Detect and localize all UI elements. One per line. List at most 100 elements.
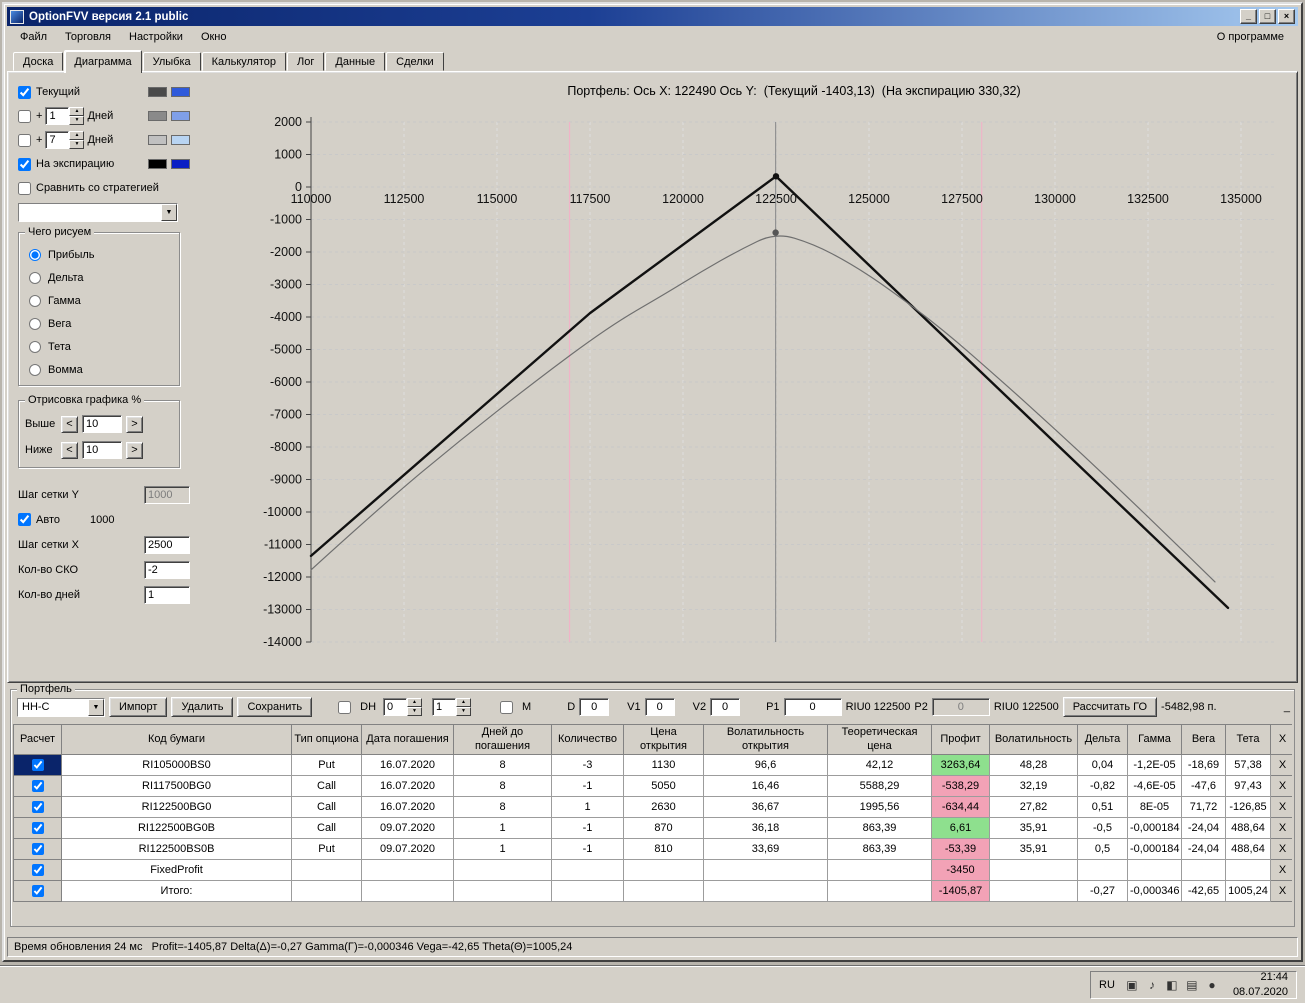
cell-open-volatility[interactable]: 96,6 [703, 754, 828, 776]
cell-vega[interactable]: -24,04 [1181, 838, 1226, 860]
maximize-button[interactable]: □ [1259, 9, 1276, 24]
cell-quantity[interactable]: -3 [551, 754, 624, 776]
v2-input[interactable] [710, 698, 741, 716]
cell-theta[interactable] [1225, 859, 1271, 881]
col-header-open-price[interactable]: Цена открытия [623, 724, 704, 755]
cell-code[interactable]: RI105000BS0 [61, 754, 292, 776]
cell-expiry-date[interactable]: 16.07.2020 [361, 775, 454, 797]
row-delete-button[interactable]: X [1270, 880, 1292, 902]
draw-option-3[interactable]: Гамма [25, 289, 173, 312]
tray-display-icon[interactable]: ◧ [1165, 978, 1179, 992]
taskbar[interactable]: RU ▣ ♪ ◧ ▤ ● 21:44 08.07.2020 [0, 966, 1305, 1003]
cell-vega[interactable]: -42,65 [1181, 880, 1226, 902]
cell-open-price[interactable]: 1130 [623, 754, 704, 776]
cell-expiry-date[interactable]: 16.07.2020 [361, 754, 454, 776]
cell-expiry-date[interactable] [361, 859, 454, 881]
cell-volatility[interactable]: 32,19 [989, 775, 1078, 797]
cell-option-type[interactable]: Call [291, 796, 362, 818]
above-increase-button[interactable]: > [126, 415, 143, 433]
v1-input[interactable] [644, 698, 675, 716]
plus7-days-input[interactable] [45, 131, 70, 149]
cell-theoretical-price[interactable]: 5588,29 [827, 775, 932, 797]
cell-gamma[interactable] [1127, 859, 1182, 881]
col-header-open-volatility[interactable]: Волатильность открытия [703, 724, 828, 755]
cell-volatility[interactable]: 35,91 [989, 838, 1078, 860]
cell-expiry-date[interactable]: 09.07.2020 [361, 817, 454, 839]
cell-theta[interactable]: 488,64 [1225, 838, 1271, 860]
spin-down-icon[interactable]: ▼ [69, 116, 85, 125]
plus1-swatch-dark[interactable] [148, 111, 167, 121]
cell-vega[interactable] [1181, 859, 1226, 881]
expiration-curve-checkbox[interactable] [18, 157, 31, 171]
draw-option-radio[interactable] [29, 294, 41, 307]
cell-open-volatility[interactable]: 36,67 [703, 796, 828, 818]
current-swatch-dark[interactable] [148, 87, 167, 97]
row-delete-button[interactable]: X [1270, 859, 1292, 881]
grid-step-y-input[interactable] [144, 485, 190, 504]
sko-count-input[interactable] [144, 560, 190, 579]
cell-quantity[interactable]: -1 [551, 775, 624, 797]
clock[interactable]: 21:44 08.07.2020 [1233, 970, 1288, 1000]
plus1-swatch-blue[interactable] [171, 111, 190, 121]
col-header-expiry-date[interactable]: Дата погашения [361, 724, 454, 755]
tray-volume-icon[interactable]: ♪ [1145, 978, 1159, 992]
cell-theta[interactable]: 97,43 [1225, 775, 1271, 797]
cell-gamma[interactable]: 8E-05 [1127, 796, 1182, 818]
profit-chart[interactable]: 200010000-1000-2000-3000-4000-5000-6000-… [233, 110, 1281, 658]
cell-days-left[interactable] [453, 880, 552, 902]
cell-open-price[interactable] [623, 880, 704, 902]
plus7-days-spinner[interactable]: ▲ ▼ [69, 131, 85, 149]
menu-window[interactable]: Окно [192, 28, 236, 46]
calculate-go-button[interactable]: Рассчитать ГО [1062, 697, 1158, 717]
cell-open-volatility[interactable]: 16,46 [703, 775, 828, 797]
col-header-days-left[interactable]: Дней до погашения [453, 724, 552, 755]
cell-days-left[interactable]: 1 [453, 838, 552, 860]
compare-strategy-checkbox[interactable] [18, 181, 31, 195]
cell-quantity[interactable]: -1 [551, 817, 624, 839]
col-header-vega[interactable]: Вега [1181, 724, 1226, 755]
cell-theoretical-price[interactable]: 42,12 [827, 754, 932, 776]
cell-code[interactable]: RI122500BG0B [61, 817, 292, 839]
row-calc-checkbox[interactable] [31, 801, 44, 814]
cell-quantity[interactable] [551, 859, 624, 881]
cell-theoretical-price[interactable] [827, 880, 932, 902]
delete-button[interactable]: Удалить [171, 697, 234, 717]
cell-volatility[interactable]: 27,82 [989, 796, 1078, 818]
cell-delta[interactable]: -0,27 [1077, 880, 1128, 902]
dh-checkbox[interactable] [338, 700, 352, 714]
cell-option-type[interactable]: Put [291, 838, 362, 860]
above-percent-input[interactable] [82, 415, 122, 433]
cell-option-type[interactable]: Call [291, 817, 362, 839]
draw-option-radio[interactable] [29, 363, 41, 376]
col-header-theoretical-price[interactable]: Теоретическая цена [827, 724, 932, 755]
cell-delta[interactable]: 0,5 [1077, 838, 1128, 860]
row-select-cell[interactable] [13, 775, 62, 797]
cell-volatility[interactable] [989, 880, 1078, 902]
col-header-quantity[interactable]: Количество [551, 724, 624, 755]
menu-trading[interactable]: Торговля [56, 28, 120, 46]
draw-option-radio[interactable] [29, 271, 41, 284]
draw-option-1[interactable]: Прибыль [25, 243, 173, 266]
plus7-swatch-blue[interactable] [171, 135, 190, 145]
cell-expiry-date[interactable]: 09.07.2020 [361, 838, 454, 860]
cell-profit[interactable]: 3263,64 [931, 754, 990, 776]
minimize-button[interactable]: _ [1240, 9, 1257, 24]
strategy-combobox[interactable]: ▼ [18, 203, 178, 222]
p1-input[interactable] [783, 698, 842, 716]
col-header-gamma[interactable]: Гамма [1127, 724, 1182, 755]
cell-delta[interactable]: 0,51 [1077, 796, 1128, 818]
cell-option-type[interactable] [291, 880, 362, 902]
row-delete-button[interactable]: X [1270, 754, 1292, 776]
cell-quantity[interactable]: 1 [551, 796, 624, 818]
cell-open-price[interactable]: 810 [623, 838, 704, 860]
dh-spin2-input[interactable] [432, 698, 457, 716]
row-select-cell[interactable] [13, 796, 62, 818]
language-indicator[interactable]: RU [1099, 979, 1118, 991]
col-header-delta[interactable]: Дельта [1077, 724, 1128, 755]
cell-days-left[interactable]: 8 [453, 796, 552, 818]
cell-profit[interactable]: -53,39 [931, 838, 990, 860]
row-select-cell[interactable] [13, 880, 62, 902]
cell-option-type[interactable]: Put [291, 754, 362, 776]
cell-option-type[interactable]: Call [291, 775, 362, 797]
cell-code[interactable]: RI122500BG0 [61, 796, 292, 818]
